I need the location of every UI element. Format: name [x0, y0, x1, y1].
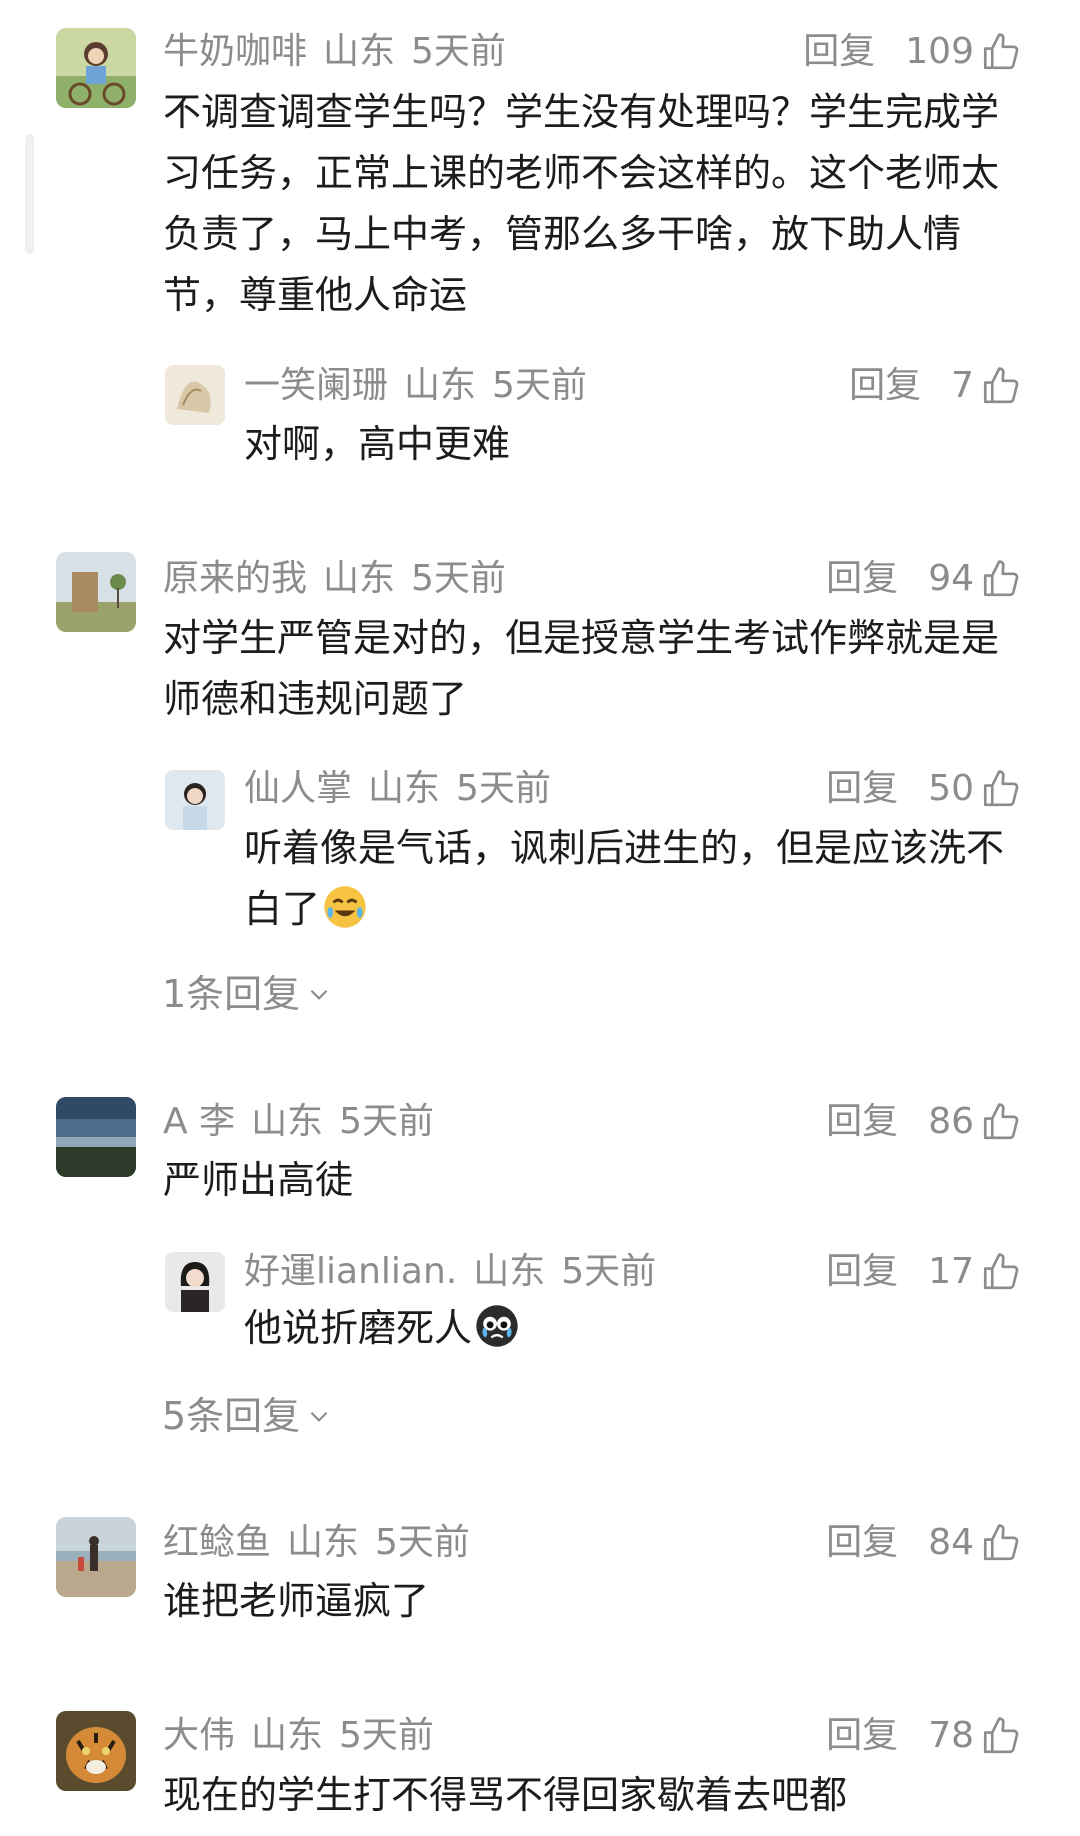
scroll-indicator[interactable] [25, 134, 34, 254]
avatar[interactable] [165, 1252, 225, 1312]
location: 山东 [368, 768, 441, 809]
reply-text-content: 他说折磨死人 [244, 1306, 473, 1350]
comment-meta: 牛奶咖啡 山东 5天前 [163, 26, 522, 78]
thumbs-up-icon[interactable] [980, 768, 1022, 810]
username[interactable]: 一笑阑珊 [244, 365, 388, 406]
comment-text: 不调查调查学生吗？学生没有处理吗？学生完成学习任务，正常上课的老师不会这样的。这… [163, 90, 1000, 317]
like-count: 94 [928, 558, 974, 599]
like-count: 50 [928, 768, 974, 809]
timestamp: 5天前 [339, 1101, 434, 1142]
reply-actions: 回复 50 [826, 763, 1022, 815]
reply-text: 听着像是气话，讽刺后进生的，但是应该洗不白了 [244, 818, 1024, 940]
reply-meta: 一笑阑珊 山东 5天前 [244, 360, 603, 412]
timestamp: 5天前 [411, 558, 506, 599]
location: 山东 [251, 1101, 324, 1142]
chevron-down-icon [310, 989, 328, 1000]
crying-face-emoji [476, 1305, 518, 1347]
like-count: 84 [928, 1522, 974, 1563]
expand-replies-button[interactable]: 5条回复 [162, 1390, 332, 1442]
avatar[interactable] [165, 770, 225, 830]
avatar[interactable] [56, 1711, 136, 1791]
comment-actions: 回复 78 [826, 1710, 1022, 1762]
like-count: 78 [928, 1715, 974, 1756]
laughing-crying-emoji [324, 886, 366, 928]
username[interactable]: 红鲶鱼 [163, 1522, 271, 1563]
thumbs-up-icon[interactable] [980, 1251, 1022, 1293]
reply-button[interactable]: 回复 [826, 1246, 898, 1298]
more-replies-label: 5条回复 [162, 1394, 301, 1438]
like-count: 17 [928, 1251, 974, 1292]
comment-meta: 红鲶鱼 山东 5天前 [163, 1517, 486, 1569]
reply-button[interactable]: 回复 [826, 1096, 898, 1148]
comment-actions: 回复 84 [826, 1517, 1022, 1569]
comment-meta: A 李山东 5天前 [163, 1096, 450, 1148]
comment-list: 牛奶咖啡 山东 5天前 回复 109 不调查调查学生吗？学生没有处理吗？学生完成学习… [0, 0, 1080, 1836]
timestamp: 5天前 [375, 1522, 470, 1563]
reply-button[interactable]: 回复 [826, 1517, 898, 1569]
reply-button[interactable]: 回复 [849, 360, 921, 412]
comment-text: 对学生严管是对的，但是授意学生考试作弊就是是师德和违规问题了 [163, 616, 1000, 721]
avatar[interactable] [56, 1517, 136, 1597]
location: 山东 [323, 31, 396, 72]
reply-actions: 回复 7 [849, 360, 1022, 412]
expand-replies-button[interactable]: 1条回复 [162, 968, 332, 1020]
reply-meta: 好運lianlian. 山东 5天前 [244, 1246, 672, 1298]
reply-text: 对啊，高中更难 [244, 422, 511, 466]
reply-button[interactable]: 回复 [826, 1710, 898, 1762]
comment-actions: 回复 86 [826, 1096, 1022, 1148]
reply-button[interactable]: 回复 [826, 553, 898, 605]
more-replies-label: 1条回复 [162, 972, 301, 1016]
chevron-down-icon [310, 1411, 328, 1422]
location: 山东 [251, 1715, 324, 1756]
location: 山东 [287, 1522, 360, 1563]
avatar[interactable] [56, 552, 136, 632]
like-count: 109 [905, 31, 974, 72]
timestamp: 5天前 [492, 365, 587, 406]
location: 山东 [404, 365, 477, 406]
username[interactable]: 仙人掌 [244, 768, 352, 809]
comment-text: 严师出高徒 [163, 1158, 354, 1202]
timestamp: 5天前 [561, 1251, 657, 1292]
thumbs-up-icon[interactable] [980, 1522, 1022, 1564]
thumbs-up-icon[interactable] [980, 558, 1022, 600]
thumbs-up-icon[interactable] [980, 1715, 1022, 1757]
like-count: 7 [951, 365, 974, 406]
location: 山东 [473, 1251, 546, 1292]
avatar[interactable] [56, 1097, 136, 1177]
thumbs-up-icon[interactable] [980, 1101, 1022, 1143]
like-count: 86 [928, 1101, 974, 1142]
timestamp: 5天前 [339, 1715, 434, 1756]
reply-actions: 回复 17 [826, 1246, 1022, 1298]
comment-meta: 大伟 山东 5天前 [163, 1710, 450, 1762]
comment-actions: 回复 109 [803, 26, 1022, 78]
username[interactable]: 好運lianlian. [244, 1251, 457, 1292]
location: 山东 [323, 558, 396, 599]
username[interactable]: 牛奶咖啡 [163, 31, 307, 72]
comment-text: 谁把老师逼疯了 [163, 1579, 430, 1623]
comment-text: 现在的学生打不得骂不得回家歇着去吧都 [163, 1773, 848, 1817]
timestamp: 5天前 [411, 31, 506, 72]
username[interactable]: 原来的我 [163, 558, 307, 599]
comment-meta: 原来的我 山东 5天前 [163, 553, 522, 605]
timestamp: 5天前 [456, 768, 551, 809]
reply-button[interactable]: 回复 [826, 763, 898, 815]
reply-text: 他说折磨死人 [244, 1298, 1024, 1359]
comment-actions: 回复 94 [826, 553, 1022, 605]
thumbs-up-icon[interactable] [980, 31, 1022, 73]
username[interactable]: A 李 [163, 1101, 235, 1142]
avatar[interactable] [56, 28, 136, 108]
avatar[interactable] [165, 365, 225, 425]
username[interactable]: 大伟 [163, 1715, 235, 1756]
reply-button[interactable]: 回复 [803, 26, 875, 78]
reply-meta: 仙人掌 山东 5天前 [244, 763, 567, 815]
thumbs-up-icon[interactable] [980, 365, 1022, 407]
